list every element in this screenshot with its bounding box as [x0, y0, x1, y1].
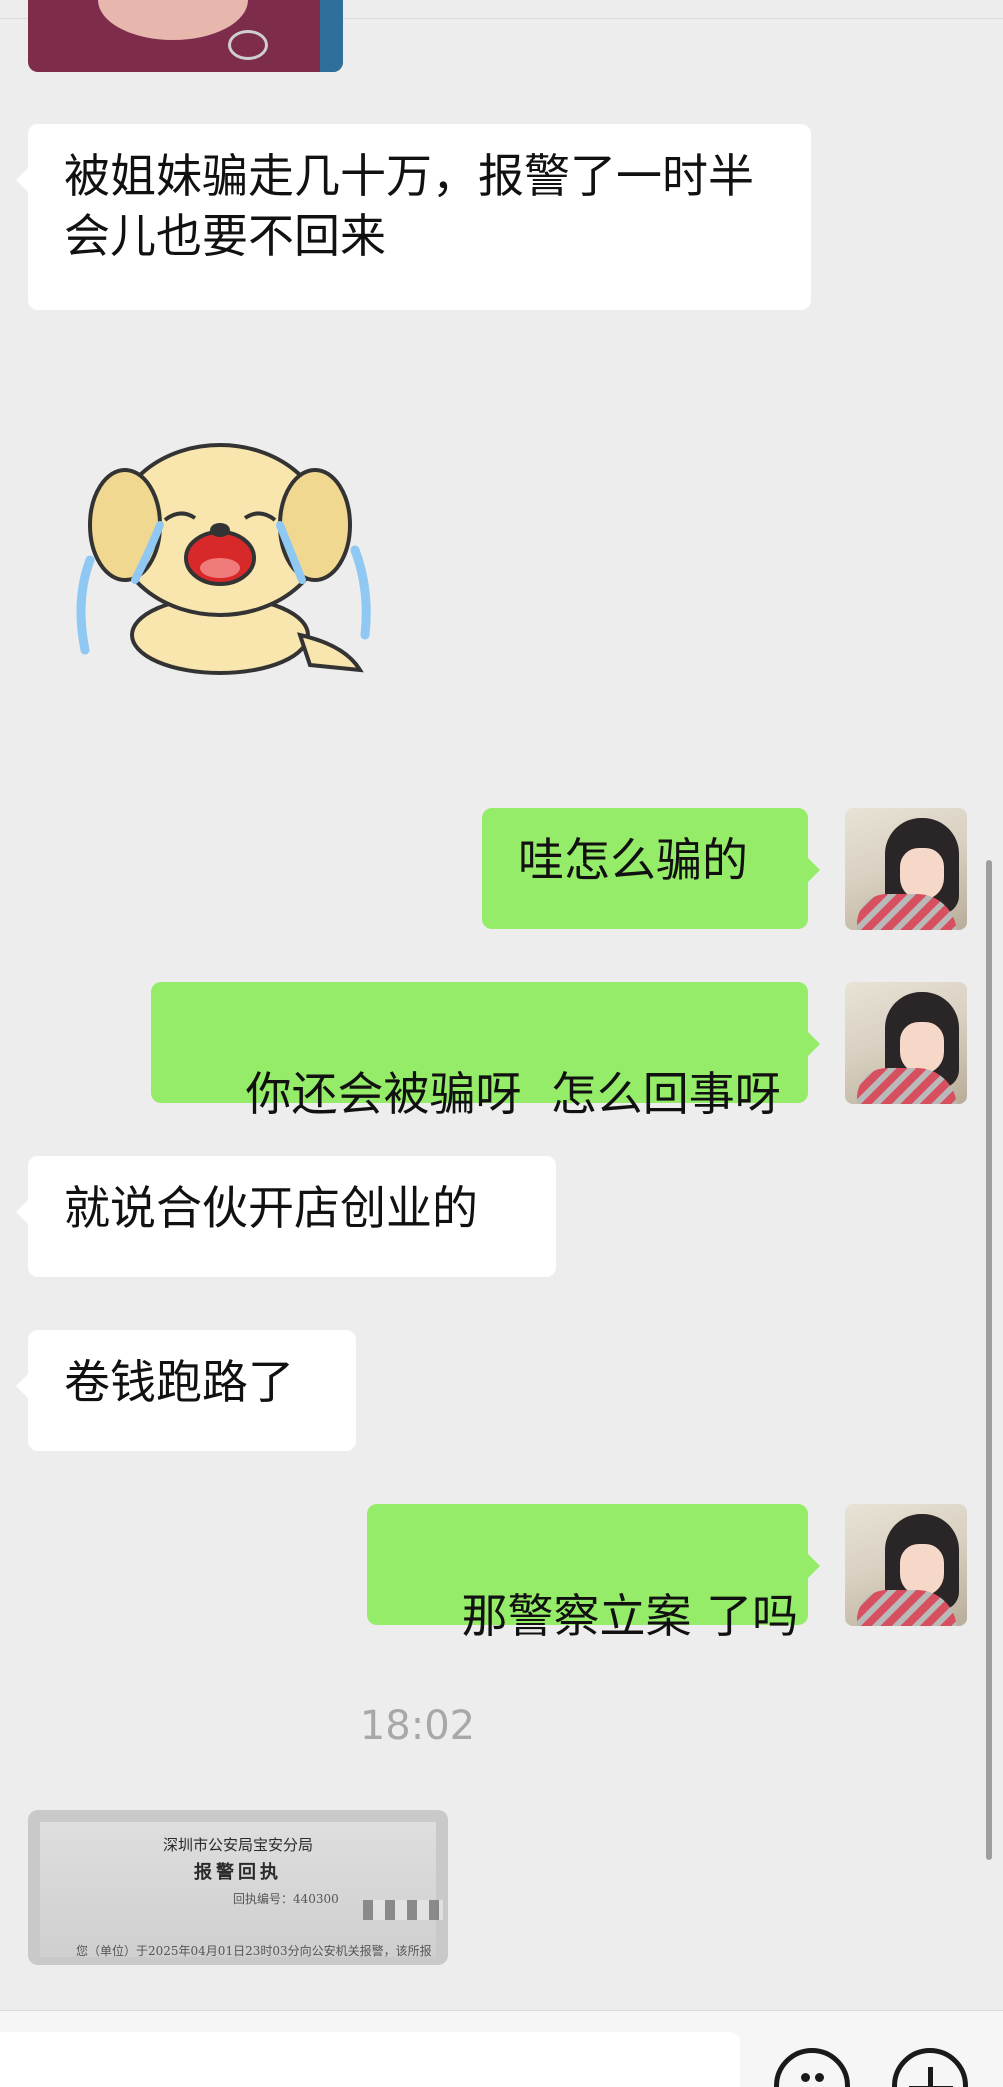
message-text: 那警察立案 了吗 — [461, 1589, 799, 1643]
receipt-title: 深圳市公安局宝安分局 — [162, 1836, 313, 1854]
chat-screen: 被姐妹骗走几十万，报警了一时半会儿也要不回来 哇怎么骗的 你还会被骗呀 怎么回事… — [0, 0, 1003, 2087]
receipt-body: 您（单位）于2025年04月01日23时03分向公安机关报警，该所报 — [76, 1944, 432, 1958]
message-input[interactable] — [0, 2032, 740, 2087]
previous-image-message[interactable] — [28, 0, 343, 72]
image-detail — [98, 0, 248, 40]
user-avatar[interactable] — [845, 1504, 967, 1626]
sent-message[interactable]: 那警察立案 了吗 — [367, 1504, 820, 1643]
message-text: 你还会被骗呀 怎么回事呀 — [245, 1067, 781, 1121]
received-message[interactable]: 就说合伙开店创业的 — [16, 1156, 556, 1277]
receipt-heading: 报警回执 — [194, 1862, 282, 1883]
police-receipt-image[interactable]: 深圳市公安局宝安分局 报警回执 回执编号：440300 您（单位）于2025年0… — [28, 1810, 448, 1965]
message-text: 就说合伙开店创业的 — [64, 1181, 478, 1235]
image-detail — [320, 0, 343, 72]
image-detail — [228, 30, 268, 60]
message-text: 卷钱跑路了 — [64, 1355, 294, 1409]
message-text: 哇怎么骗的 — [518, 833, 748, 887]
message-text: 被姐妹骗走几十万，报警了一时半会儿也要不回来 — [64, 149, 754, 263]
user-avatar[interactable] — [845, 808, 967, 930]
sent-message[interactable]: 你还会被骗呀 怎么回事呀 — [151, 982, 820, 1121]
receipt-number: 回执编号：440300 — [233, 1892, 339, 1906]
message-timestamp: 18:02 — [359, 1703, 476, 1749]
redaction-mosaic — [363, 1900, 443, 1920]
crying-dog-icon — [76, 443, 371, 675]
scrollbar[interactable] — [986, 860, 992, 1860]
crying-dog-sticker[interactable] — [70, 430, 380, 680]
user-avatar[interactable] — [845, 982, 967, 1104]
received-message[interactable]: 卷钱跑路了 — [16, 1330, 356, 1451]
received-message[interactable]: 被姐妹骗走几十万，报警了一时半会儿也要不回来 — [16, 124, 811, 310]
sent-message[interactable]: 哇怎么骗的 — [482, 808, 820, 929]
